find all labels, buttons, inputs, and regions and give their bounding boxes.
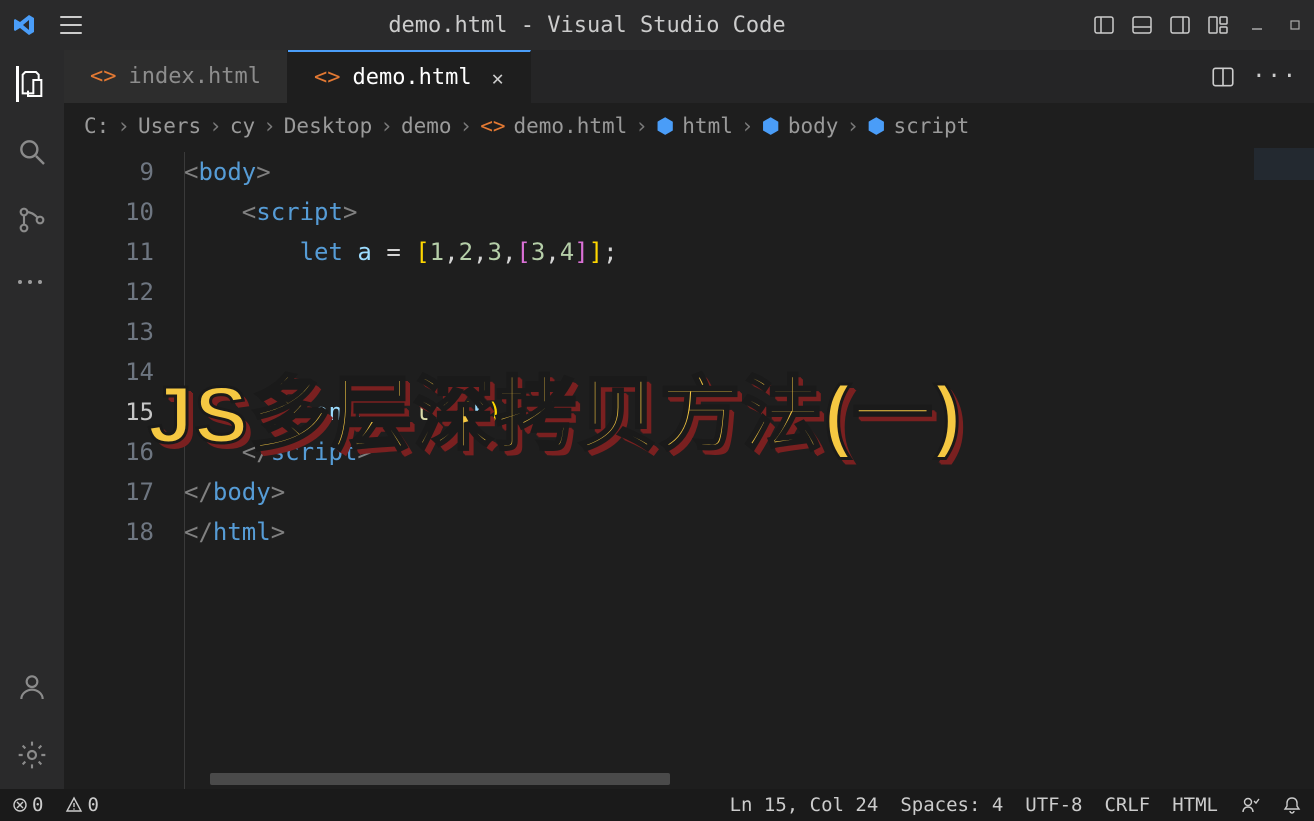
- panel-left-icon[interactable]: [1092, 13, 1116, 37]
- panel-bottom-icon[interactable]: [1130, 13, 1154, 37]
- titlebar: demo.html - Visual Studio Code: [0, 0, 1314, 50]
- panel-right-icon[interactable]: [1168, 13, 1192, 37]
- more-icon[interactable]: [16, 272, 48, 304]
- window-title: demo.html - Visual Studio Code: [82, 13, 1092, 38]
- symbol-icon: ⬢: [762, 114, 780, 138]
- status-indentation[interactable]: Spaces: 4: [900, 794, 1003, 816]
- line-numbers: 9101112131415161718: [64, 152, 184, 789]
- status-cursor-position[interactable]: Ln 15, Col 24: [730, 794, 879, 816]
- customize-layout-icon[interactable]: [1206, 13, 1230, 37]
- activity-bar: [0, 50, 64, 789]
- html-file-icon: <>: [90, 64, 117, 89]
- html-file-icon: <>: [314, 65, 341, 90]
- minimap[interactable]: [1254, 148, 1314, 228]
- status-errors[interactable]: 0: [12, 794, 43, 816]
- hamburger-menu-icon[interactable]: [60, 16, 82, 34]
- explorer-icon[interactable]: [16, 68, 48, 100]
- window-controls: [1250, 18, 1302, 32]
- html-file-icon: <>: [480, 114, 505, 138]
- accounts-icon[interactable]: [16, 671, 48, 703]
- close-icon[interactable]: ✕: [492, 66, 504, 90]
- code-editor[interactable]: 9101112131415161718 <body> <script> let …: [64, 148, 1314, 789]
- breadcrumb[interactable]: C:› Users› cy› Desktop› demo› <> demo.ht…: [64, 104, 1314, 148]
- warning-icon: [65, 796, 83, 814]
- settings-gear-icon[interactable]: [16, 739, 48, 771]
- maximize-icon[interactable]: [1288, 18, 1302, 32]
- code-lines[interactable]: <body> <script> let a = [1,2,3,[3,4]]; c…: [184, 152, 1314, 789]
- source-control-icon[interactable]: [16, 204, 48, 236]
- status-encoding[interactable]: UTF-8: [1025, 794, 1082, 816]
- symbol-icon: ⬢: [867, 114, 885, 138]
- status-eol[interactable]: CRLF: [1104, 794, 1150, 816]
- tab-demo-html[interactable]: <> demo.html ✕: [288, 50, 531, 103]
- overlay-caption: JS多层深拷贝方法(一): [148, 350, 963, 466]
- minimize-icon[interactable]: [1250, 18, 1264, 32]
- symbol-icon: ⬢: [656, 114, 674, 138]
- more-actions-icon[interactable]: ···: [1252, 64, 1298, 89]
- split-editor-icon[interactable]: [1210, 64, 1236, 90]
- horizontal-scrollbar[interactable]: [210, 773, 670, 785]
- vscode-logo-icon: [12, 13, 36, 37]
- statusbar: 0 0 Ln 15, Col 24 Spaces: 4 UTF-8 CRLF H…: [0, 789, 1314, 821]
- error-icon: [12, 797, 28, 813]
- status-language[interactable]: HTML: [1172, 794, 1218, 816]
- tab-label: demo.html: [352, 65, 471, 90]
- search-icon[interactable]: [16, 136, 48, 168]
- tabs-row: <> index.html <> demo.html ✕ ···: [64, 50, 1314, 104]
- status-warnings[interactable]: 0: [65, 794, 98, 816]
- status-notifications-icon[interactable]: [1282, 795, 1302, 815]
- layout-controls: [1092, 13, 1230, 37]
- tab-label: index.html: [129, 64, 261, 89]
- status-feedback-icon[interactable]: [1240, 795, 1260, 815]
- tab-index-html[interactable]: <> index.html: [64, 50, 288, 103]
